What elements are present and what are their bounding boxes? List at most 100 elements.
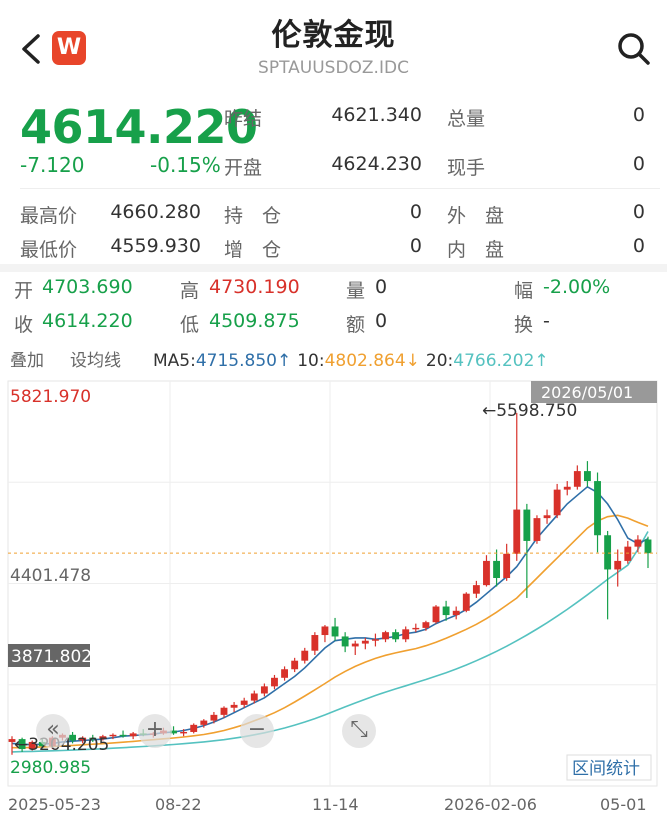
x-axis-tick-label: 05-01 bbox=[600, 795, 647, 814]
candle-body bbox=[503, 553, 511, 579]
k-turnover-label: 换 bbox=[514, 314, 534, 336]
scroll-left-button[interactable]: « bbox=[36, 714, 70, 748]
candlestick-chart[interactable]: 5821.970 4401.478 3871.802 2980.985 ←5598.75… bbox=[0, 378, 667, 832]
ma5-label: MA5: bbox=[153, 351, 196, 371]
k-high-label: 高 bbox=[180, 280, 200, 302]
page-title: 伦敦金现 bbox=[271, 18, 396, 53]
candle-body bbox=[119, 734, 127, 737]
k-turnover-value: - bbox=[543, 310, 550, 332]
candle-body bbox=[311, 635, 319, 651]
set-ma-button[interactable]: 设均线 bbox=[70, 346, 121, 371]
candle-body bbox=[371, 639, 379, 641]
k-low-value: 4509.875 bbox=[209, 310, 300, 332]
k-amplitude-value: -2.00% bbox=[543, 276, 611, 298]
candle-body bbox=[361, 640, 369, 644]
ma20-label: 20: bbox=[425, 351, 454, 371]
low-price-label: 最低价 bbox=[20, 239, 78, 261]
candle-body bbox=[341, 636, 349, 647]
candle-body bbox=[644, 539, 652, 554]
instrument-code: SPTAUUSDOZ.IDC bbox=[258, 58, 409, 78]
last-price: 4614.220 bbox=[20, 100, 258, 154]
candle-body bbox=[230, 704, 238, 708]
price-change-percent: -0.15% bbox=[150, 153, 221, 177]
candle-body bbox=[583, 471, 591, 482]
candle-body bbox=[594, 481, 601, 536]
x-axis-tick-label: 2025-05-23 bbox=[8, 795, 101, 814]
section-divider bbox=[0, 264, 667, 272]
date-badge: 2026/05/01 bbox=[541, 383, 633, 402]
y-axis-label-max: 5821.970 bbox=[10, 387, 91, 407]
k-amount-value: 0 bbox=[375, 310, 388, 332]
candle-body bbox=[483, 560, 490, 586]
high-price-value: 4660.280 bbox=[110, 201, 201, 223]
candle-body bbox=[563, 486, 571, 490]
k-amount-label: 额 bbox=[346, 314, 366, 336]
candle-body bbox=[321, 626, 329, 636]
open-interest-label: 持 仓 bbox=[224, 205, 282, 227]
candle-body bbox=[301, 650, 309, 661]
candle-body bbox=[634, 539, 642, 547]
inner-volume-value: 0 bbox=[632, 235, 645, 257]
candle-body bbox=[250, 693, 258, 701]
overlay-button[interactable]: 叠加 bbox=[10, 346, 44, 371]
candle-body bbox=[260, 686, 268, 694]
candle-body bbox=[513, 509, 521, 554]
candle-body bbox=[240, 700, 248, 705]
ma5-value: 4715.850↑ bbox=[195, 351, 292, 371]
y-axis-label-min: 2980.985 bbox=[10, 758, 91, 778]
candle-body bbox=[200, 720, 208, 725]
current-hand-label: 现手 bbox=[447, 157, 486, 179]
k-high-value: 4730.190 bbox=[209, 276, 300, 298]
ma-legend-bar: 叠加 设均线 MA5:4715.850↑ 10:4802.864↓ 20:4766.20… bbox=[10, 346, 549, 371]
prev-settle-label: 昨结 bbox=[224, 108, 263, 130]
candle-body bbox=[271, 677, 278, 687]
price-change: -7.120 bbox=[20, 153, 85, 177]
candle-body bbox=[553, 489, 561, 516]
zoom-out-button[interactable]: − bbox=[240, 714, 274, 748]
candle-body bbox=[573, 471, 581, 487]
k-volume-label: 量 bbox=[346, 280, 366, 302]
candle-body bbox=[614, 560, 622, 570]
zoom-in-button[interactable]: + bbox=[138, 714, 172, 748]
ma20-value: 4766.202↑ bbox=[453, 351, 549, 371]
prev-settle-value: 4621.340 bbox=[331, 104, 422, 126]
candle-body bbox=[493, 560, 501, 579]
open-label: 开盘 bbox=[224, 157, 263, 179]
candle-body bbox=[432, 606, 440, 623]
k-amplitude-label: 幅 bbox=[514, 280, 534, 302]
candle-body bbox=[533, 518, 541, 541]
x-axis-tick-label: 2026-02-06 bbox=[444, 795, 537, 814]
y-axis-label-crosshair: 3871.802 bbox=[11, 647, 92, 667]
header: W 伦敦金现 SPTAUUSDOZ.IDC bbox=[0, 0, 667, 84]
x-axis-tick-label: 11-14 bbox=[312, 795, 359, 814]
candle-body bbox=[402, 629, 410, 640]
candle-body bbox=[210, 714, 218, 721]
low-price-value: 4559.930 bbox=[110, 235, 201, 257]
candle-body bbox=[109, 734, 117, 737]
high-price-label: 最高价 bbox=[20, 205, 78, 227]
search-icon[interactable] bbox=[615, 30, 653, 68]
candle-body bbox=[472, 585, 480, 594]
range-stat-button: 区间统计 bbox=[572, 759, 640, 779]
oi-change-value: 0 bbox=[409, 235, 422, 257]
fullscreen-icon[interactable]: ⤡ bbox=[342, 714, 376, 748]
candle-body bbox=[291, 660, 299, 670]
k-volume-value: 0 bbox=[375, 276, 388, 298]
y-axis-label-mid: 4401.478 bbox=[10, 566, 91, 586]
open-interest-value: 0 bbox=[409, 201, 422, 223]
candle-body bbox=[462, 593, 470, 611]
candle-body bbox=[604, 535, 612, 570]
candle-body bbox=[220, 707, 228, 715]
candle-body bbox=[412, 627, 420, 630]
candle-body bbox=[543, 515, 551, 519]
current-hand-value: 0 bbox=[632, 153, 645, 175]
candle-body bbox=[452, 610, 460, 616]
inner-volume-label: 内 盘 bbox=[447, 239, 505, 261]
ma10-label: 10: bbox=[297, 351, 325, 371]
total-volume-value: 0 bbox=[632, 104, 645, 126]
k-open-value: 4703.690 bbox=[42, 276, 133, 298]
candle-body bbox=[382, 632, 389, 640]
candle-body bbox=[392, 632, 400, 640]
x-axis-tick-label: 08-22 bbox=[155, 795, 202, 814]
open-value: 4624.230 bbox=[331, 153, 422, 175]
